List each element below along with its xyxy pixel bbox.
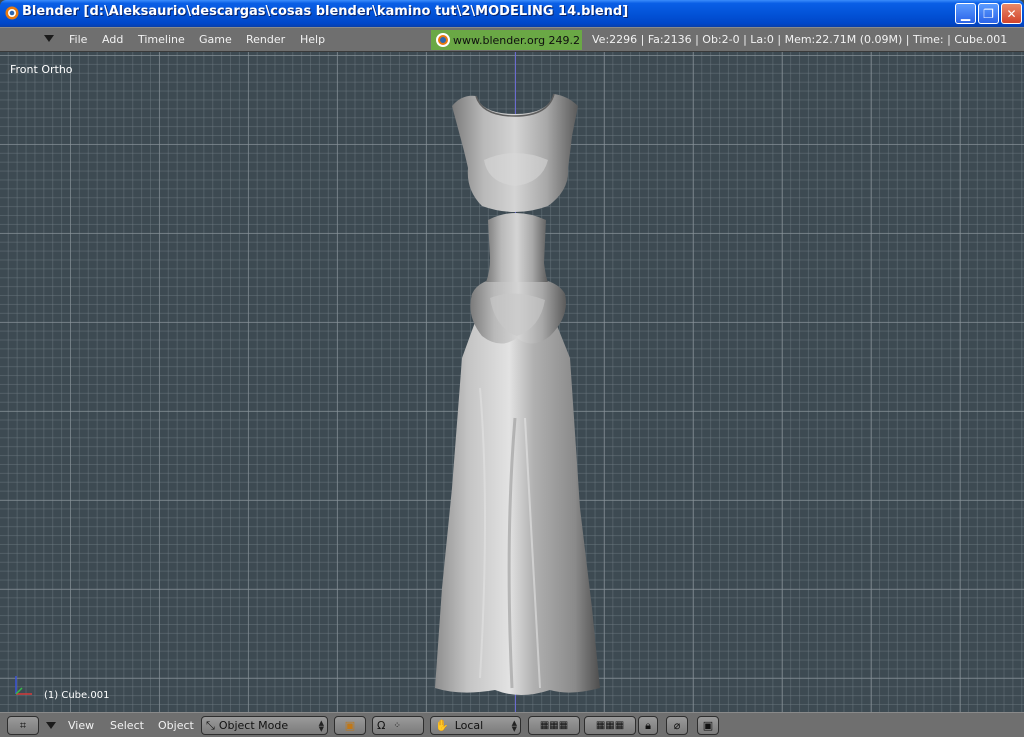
menu-help[interactable]: Help xyxy=(300,33,325,46)
minimize-icon: ▁ xyxy=(960,6,971,21)
lock-icon: 🔒︎ xyxy=(645,718,651,732)
mode-label: Object Mode xyxy=(218,719,289,732)
window-title: Blender [d:\Aleksaurio\descargas\cosas b… xyxy=(22,4,629,19)
header-collapse-icon[interactable] xyxy=(44,35,54,42)
dropdown-arrows-icon: ▲ ▼ xyxy=(511,719,517,733)
info-header: File Add Timeline Game Render Help www.b… xyxy=(0,27,1024,52)
paperclip-icon: ⌀ xyxy=(673,719,681,732)
window-titlebar: Blender [d:\Aleksaurio\descargas\cosas b… xyxy=(0,0,1024,27)
restore-button[interactable]: ❐ xyxy=(978,3,999,24)
minimize-button[interactable]: ▁ xyxy=(955,3,976,24)
blender-app-icon xyxy=(5,6,19,20)
3d-viewport[interactable]: Front Ortho (1) Cube.001 xyxy=(0,52,1024,712)
active-object-label: (1) Cube.001 xyxy=(44,690,110,701)
menu-game[interactable]: Game xyxy=(199,33,232,46)
close-button[interactable]: ✕ xyxy=(1001,3,1022,24)
editor-type-button[interactable]: ⌗ xyxy=(7,716,39,735)
website-label: www.blender.org 249.2 xyxy=(453,33,581,47)
dropdown-arrows-icon: ▲ ▼ xyxy=(318,719,324,733)
hand-icon: ✋ xyxy=(435,719,449,732)
axis-gizmo-icon xyxy=(15,676,32,695)
snap-button[interactable]: ⌀ xyxy=(666,716,688,735)
pivot-dots-icon: ⁘ xyxy=(393,720,401,731)
object-mode-icon: ⤡ xyxy=(206,718,215,732)
orientation-label: Local xyxy=(454,719,484,732)
3d-view-header: ⌗ View Select Object ⤡ Object Mode ▲ ▼ ▣ … xyxy=(0,712,1024,737)
restore-icon: ❐ xyxy=(983,6,994,21)
menu-add[interactable]: Add xyxy=(102,33,123,46)
render-preview-button[interactable]: ▣ xyxy=(697,716,719,735)
header-collapse-icon[interactable] xyxy=(46,722,56,729)
scene-stats: Ve:2296 | Fa:2136 | Ob:2-0 | La:0 | Mem:… xyxy=(592,33,1008,46)
view-name: Front Ortho xyxy=(10,63,73,76)
shading-cube-icon: ▣ xyxy=(344,719,356,732)
lock-layer-button[interactable]: 🔒︎ xyxy=(638,716,658,735)
menu-select[interactable]: Select xyxy=(110,719,144,732)
menu-file[interactable]: File xyxy=(69,33,87,46)
image-icon: ▣ xyxy=(702,719,714,732)
blender-logo-icon xyxy=(436,33,450,47)
menu-render[interactable]: Render xyxy=(246,33,285,46)
mode-select[interactable]: ⤡ Object Mode ▲ ▼ xyxy=(201,716,328,735)
layers-grid-icon: ▦▦▦ xyxy=(539,720,569,731)
draw-type-select[interactable]: ▣ xyxy=(334,716,366,735)
layer-buttons-left[interactable]: ▦▦▦ xyxy=(528,716,580,735)
menu-view[interactable]: View xyxy=(68,719,94,732)
layer-buttons-right[interactable]: ▦▦▦ xyxy=(584,716,636,735)
blender-website-link[interactable]: www.blender.org 249.2 xyxy=(431,30,582,50)
transform-orientation-select[interactable]: ✋ Local ▲ ▼ xyxy=(430,716,521,735)
close-icon: ✕ xyxy=(1006,6,1017,21)
pivot-icon: Ω xyxy=(377,719,386,732)
layers-grid-icon: ▦▦▦ xyxy=(595,720,625,731)
menu-timeline[interactable]: Timeline xyxy=(138,33,185,46)
dress-mesh[interactable] xyxy=(420,88,610,698)
pivot-select[interactable]: Ω ⁘ xyxy=(372,716,424,735)
grid-editor-icon: ⌗ xyxy=(19,718,27,732)
menu-object[interactable]: Object xyxy=(158,719,194,732)
